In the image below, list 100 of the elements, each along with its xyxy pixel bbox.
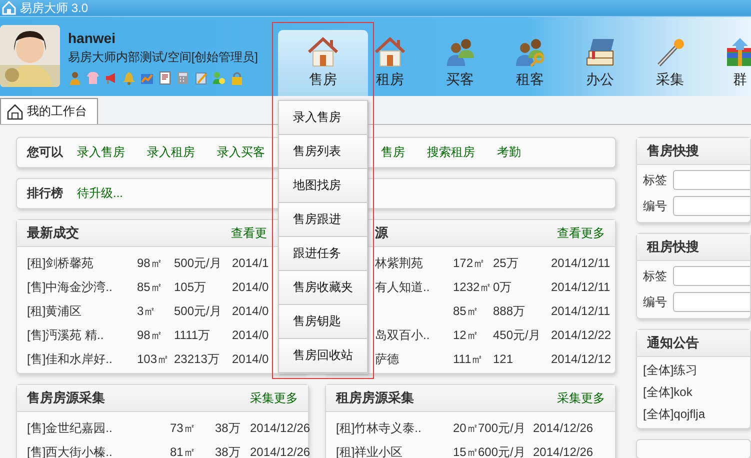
table-cell: 23213万 xyxy=(174,350,220,368)
action-link[interactable]: 搜索租房 xyxy=(427,144,475,161)
table-cell: 73㎡ xyxy=(170,420,196,436)
menu-item[interactable]: 售房回收站 xyxy=(279,339,367,373)
table-cell: 2014/0 xyxy=(232,304,269,318)
house-icon xyxy=(373,36,407,68)
house-icon xyxy=(306,36,340,68)
table-cell: 12㎡ xyxy=(453,326,478,344)
notice-item[interactable]: [全体]kok xyxy=(637,381,750,403)
shirt-icon[interactable] xyxy=(86,71,100,85)
house-icon xyxy=(2,1,16,15)
field-label: 编号 xyxy=(643,294,667,310)
table-cell: [售]沔溪苑 精.. xyxy=(27,326,104,344)
notice-item[interactable]: [全体]练习 xyxy=(637,359,750,381)
table-cell: 121 xyxy=(493,352,514,366)
input-field[interactable] xyxy=(673,170,750,190)
nav-button[interactable]: 租客 xyxy=(495,30,565,96)
menu-item[interactable]: 售房钥匙 xyxy=(279,305,367,339)
table-cell: 15㎡ xyxy=(453,444,478,458)
table-cell: 3㎡ xyxy=(137,302,156,320)
lock-icon[interactable] xyxy=(230,71,244,85)
table-cell: 98㎡ xyxy=(137,326,162,344)
input-field[interactable] xyxy=(673,266,750,286)
table-cell: 105万 xyxy=(174,278,206,296)
calculator-icon[interactable] xyxy=(176,71,190,85)
card-title: 通知公告 xyxy=(647,334,699,352)
notice-item[interactable]: [全体]qojflja xyxy=(637,403,750,425)
table-cell: 2014/0 xyxy=(232,352,269,366)
ranking-status: 待升级... xyxy=(77,185,124,202)
nav-button[interactable]: 售房 xyxy=(278,30,368,96)
bell-icon[interactable] xyxy=(122,71,136,85)
table-cell: 2014/12/12 xyxy=(551,352,612,366)
table-cell: 81㎡ xyxy=(170,444,196,458)
user-star-icon[interactable] xyxy=(212,71,226,85)
table-cell: 2014/12/26 xyxy=(533,421,594,435)
nav-button[interactable]: 群 xyxy=(705,30,751,96)
action-link[interactable]: 录入买客 xyxy=(217,144,265,161)
table-cell: 1111万 xyxy=(174,326,210,344)
table-cell: 2014/12/26 xyxy=(250,421,310,435)
action-link[interactable]: 售房 xyxy=(381,144,405,161)
table-cell: [售]西大街小榛.. xyxy=(27,444,112,458)
more-link[interactable]: 采集更多 xyxy=(250,390,298,406)
table-cell: 0万 xyxy=(493,278,512,296)
person-icon[interactable] xyxy=(68,71,82,85)
field-label: 标签 xyxy=(643,172,667,188)
table-cell: 林紫荆苑 xyxy=(375,254,423,272)
table-cell: 500元/月 xyxy=(174,302,222,320)
document-icon[interactable] xyxy=(158,71,172,85)
notepad-icon[interactable] xyxy=(194,71,208,85)
table-cell: [售]中海金沙湾.. xyxy=(27,278,112,296)
megaphone-icon[interactable] xyxy=(104,71,118,85)
menu-item[interactable]: 售房跟进 xyxy=(279,203,367,237)
more-link[interactable]: 查看更 xyxy=(231,224,267,242)
card-title: 最新成交 xyxy=(27,224,79,242)
table-cell: 有人知道.. xyxy=(375,278,430,296)
menu-item[interactable]: 地图找房 xyxy=(279,169,367,203)
table-cell: 20㎡ xyxy=(453,420,478,436)
table-cell: 2014/12/11 xyxy=(551,304,610,318)
table-cell: 38万 xyxy=(215,444,240,458)
action-link[interactable]: 录入租房 xyxy=(147,144,195,161)
card-title: 售房房源采集 xyxy=(27,389,105,407)
more-link[interactable]: 采集更多 xyxy=(557,390,605,406)
input-field[interactable] xyxy=(673,196,750,216)
menu-item[interactable]: 售房收藏夹 xyxy=(279,271,367,305)
table-cell: 111㎡ xyxy=(453,350,484,368)
table-cell: 172㎡ xyxy=(453,254,486,272)
card-title: 源 xyxy=(375,224,388,242)
nav-button[interactable]: 采集 xyxy=(635,30,705,96)
table-cell: 2014/0 xyxy=(232,328,269,342)
table-cell: 25万 xyxy=(493,254,518,272)
more-link[interactable]: 查看更多 xyxy=(557,224,605,242)
house-icon xyxy=(7,104,23,120)
field-label: 编号 xyxy=(643,198,667,214)
input-field[interactable] xyxy=(673,292,750,312)
table-cell: 500元/月 xyxy=(174,254,222,272)
menu-item[interactable]: 录入售房 xyxy=(279,101,367,135)
ranking-label: 排行榜 xyxy=(27,185,63,202)
action-link[interactable]: 录入售房 xyxy=(77,144,125,161)
table-cell: 2014/12/11 xyxy=(551,280,610,294)
table-cell: 888万 xyxy=(493,302,526,320)
card-title: 售房快搜 xyxy=(647,142,699,160)
table-cell: [售]金世纪嘉园.. xyxy=(27,420,112,436)
table-cell: 600元/月 xyxy=(478,444,526,458)
quick-actions-label: 您可以 xyxy=(27,144,63,161)
nav-button[interactable]: 买客 xyxy=(425,30,495,96)
table-cell: 700元/月 xyxy=(478,420,526,436)
table-cell: 1232㎡ xyxy=(453,278,492,296)
table-cell: 103㎡ xyxy=(137,350,170,368)
menu-item[interactable]: 跟进任务 xyxy=(279,237,367,271)
card-title: 租房房源采集 xyxy=(336,389,414,407)
people-key-icon xyxy=(513,36,547,68)
organization-label: 易房大师内部测试/空间[创始管理员] xyxy=(68,49,260,66)
field-label: 标签 xyxy=(643,268,667,284)
action-link[interactable]: 考勤 xyxy=(497,144,521,161)
table-cell: 萨德 xyxy=(375,350,399,368)
menu-item[interactable]: 售房列表 xyxy=(279,135,367,169)
workspace-tab[interactable]: 我的工作台 xyxy=(0,98,98,124)
card-title: 租房快搜 xyxy=(647,238,699,256)
nav-button[interactable]: 办公 xyxy=(565,30,635,96)
table-cell: [租]祥业小区 xyxy=(336,444,403,458)
